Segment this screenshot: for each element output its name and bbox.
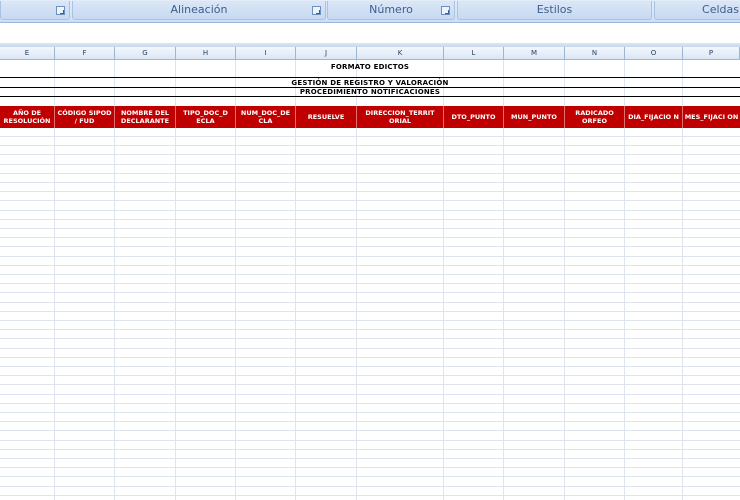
header-cell[interactable]: DTO_PUNTO	[444, 106, 504, 128]
worksheet-grid[interactable]: FORMATO EDICTOS GESTIÓN DE REGISTRO Y VA…	[0, 60, 740, 500]
row-gridline	[0, 265, 740, 266]
row-gridline	[0, 136, 740, 137]
ribbon-group-bar: Alineación Número Estilos Celdas	[0, 0, 740, 23]
column-header[interactable]: P	[683, 47, 740, 59]
sheet-subtitle: PROCEDIMIENTO NOTIFICACIONES	[299, 88, 441, 96]
header-cell[interactable]: DIA_FIJACIO N	[625, 106, 683, 128]
formula-bar[interactable]	[0, 23, 740, 44]
column-header[interactable]: L	[444, 47, 504, 59]
ribbon-group-label: Número	[369, 3, 413, 16]
ribbon-group-label: Alineación	[170, 3, 228, 16]
row-gridline	[0, 173, 740, 174]
dialog-launcher-icon[interactable]	[441, 6, 450, 15]
ribbon-group-cells: Celdas	[654, 1, 740, 20]
row-gridline	[0, 182, 740, 183]
ribbon-group-number: Número	[327, 1, 455, 20]
title-border	[0, 77, 740, 78]
row-gridline	[0, 486, 740, 487]
row-gridline	[0, 283, 740, 284]
header-cell[interactable]: NUM_DOC_DE CLA	[236, 106, 296, 128]
row-gridline	[0, 458, 740, 459]
column-header[interactable]: G	[115, 47, 176, 59]
ribbon-group-styles: Estilos	[457, 1, 652, 20]
row-gridline	[0, 320, 740, 321]
title-border	[0, 96, 740, 97]
row-gridline	[0, 329, 740, 330]
dialog-launcher-icon[interactable]	[312, 6, 321, 15]
sheet-subtitle: GESTIÓN DE REGISTRO Y VALORACIÓN	[291, 79, 449, 87]
row-gridline	[0, 440, 740, 441]
row-gridline	[0, 421, 740, 422]
sheet-title: FORMATO EDICTOS	[330, 63, 410, 71]
row-gridline	[0, 394, 740, 395]
row-gridline	[0, 154, 740, 155]
row-gridline	[0, 210, 740, 211]
header-cell[interactable]: MUN_PUNTO	[504, 106, 565, 128]
column-header[interactable]: I	[236, 47, 296, 59]
row-gridline	[0, 430, 740, 431]
header-cell[interactable]: CÓDIGO SIPOD / FUD	[55, 106, 115, 128]
row-gridline	[0, 228, 740, 229]
row-gridline	[0, 348, 740, 349]
row-gridline	[0, 200, 740, 201]
column-header[interactable]: M	[504, 47, 565, 59]
row-gridline	[0, 449, 740, 450]
row-gridline	[0, 164, 740, 165]
row-gridline	[0, 357, 740, 358]
header-cell[interactable]: MES_FIJACI ON	[683, 106, 740, 128]
ribbon-group-label: Celdas	[702, 3, 739, 16]
row-gridline	[0, 274, 740, 275]
row-gridline	[0, 219, 740, 220]
row-gridline	[0, 246, 740, 247]
row-gridline	[0, 311, 740, 312]
row-gridline	[0, 292, 740, 293]
table-header-row: AÑO DE RESOLUCIÓN CÓDIGO SIPOD / FUD NOM…	[0, 106, 740, 128]
row-gridline	[0, 467, 740, 468]
row-gridline	[0, 338, 740, 339]
row-gridline	[0, 412, 740, 413]
row-gridline	[0, 476, 740, 477]
row-gridline	[0, 302, 740, 303]
row-gridline	[0, 145, 740, 146]
column-header[interactable]: E	[0, 47, 55, 59]
ribbon-group-label: Estilos	[536, 3, 573, 16]
column-header[interactable]: O	[625, 47, 683, 59]
header-cell[interactable]: DIRECCION_TERRIT ORIAL	[357, 106, 444, 128]
header-cell[interactable]: NOMBRE DEL DECLARANTE	[115, 106, 176, 128]
row-gridline	[0, 384, 740, 385]
row-gridline	[0, 191, 740, 192]
row-gridline	[0, 366, 740, 367]
column-header[interactable]: N	[565, 47, 625, 59]
header-cell[interactable]: TIPO_DOC_D ECLA	[176, 106, 236, 128]
header-cell[interactable]: RESUELVE	[296, 106, 357, 128]
row-gridline	[0, 375, 740, 376]
column-header-bar: E F G H I J K L M N O P	[0, 47, 740, 60]
row-gridline	[0, 237, 740, 238]
ribbon-group-alignment: Alineación	[72, 1, 326, 20]
row-gridline	[0, 256, 740, 257]
column-header[interactable]: F	[55, 47, 115, 59]
header-cell[interactable]: AÑO DE RESOLUCIÓN	[0, 106, 55, 128]
column-header[interactable]: J	[296, 47, 357, 59]
ribbon-group-font	[0, 1, 70, 20]
row-gridline	[0, 403, 740, 404]
row-gridline	[0, 495, 740, 496]
dialog-launcher-icon[interactable]	[56, 6, 65, 15]
column-header[interactable]: K	[357, 47, 444, 59]
column-header[interactable]: H	[176, 47, 236, 59]
header-cell[interactable]: RADICADO ORFEO	[565, 106, 625, 128]
